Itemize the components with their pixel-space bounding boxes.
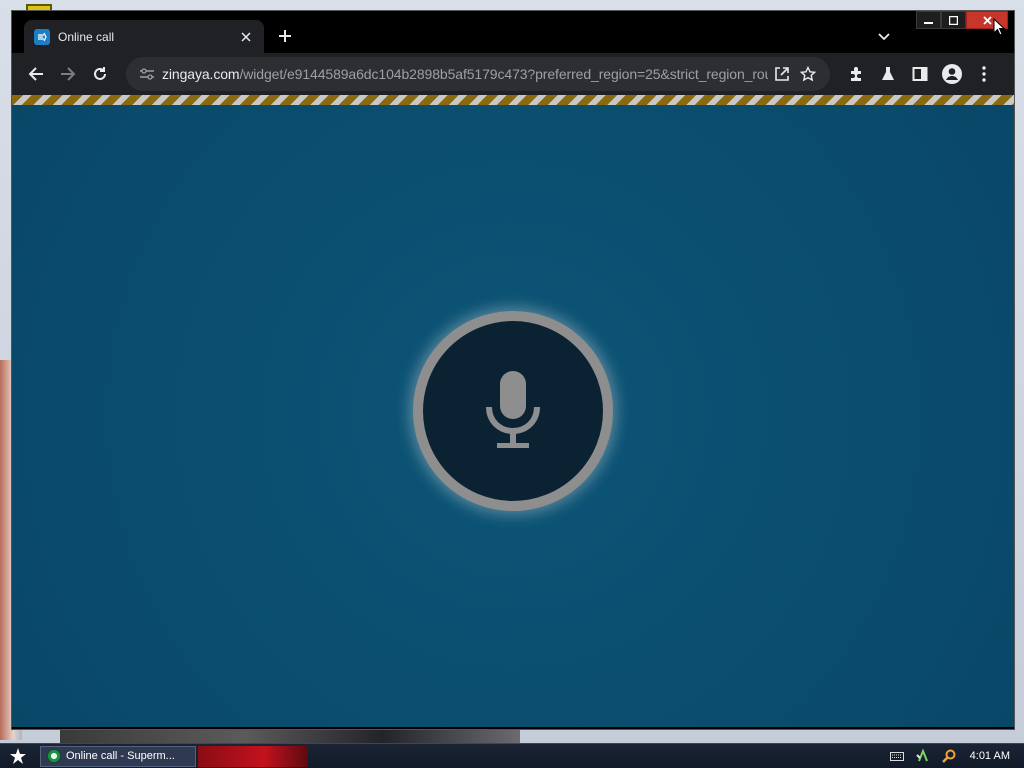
search-icon[interactable] — [940, 747, 958, 765]
keyboard-icon[interactable] — [888, 747, 906, 765]
mouse-cursor-icon — [993, 18, 1005, 36]
taskbar: Online call - Superm... 4:01 AM — [0, 743, 1024, 768]
browser-icon — [47, 749, 61, 763]
microphone-button[interactable] — [413, 311, 613, 511]
start-button[interactable] — [0, 744, 36, 768]
browser-window: Online call zingaya.com/widget/e9144589a… — [11, 10, 1015, 730]
taskbar-wallpaper-peek — [198, 745, 308, 767]
url-text: zingaya.com/widget/e9144589a6dc104b2898b… — [162, 66, 768, 82]
labs-icon[interactable] — [872, 58, 904, 90]
tab-title: Online call — [58, 29, 115, 44]
taskbar-item-label: Online call - Superm... — [66, 750, 175, 762]
desktop-wallpaper-strip — [60, 728, 520, 744]
taskbar-item-online-call[interactable]: Online call - Superm... — [40, 745, 196, 767]
minimize-button[interactable] — [916, 11, 941, 29]
side-panel-icon[interactable] — [904, 58, 936, 90]
back-icon[interactable] — [20, 58, 52, 90]
tab-close-icon[interactable] — [238, 29, 254, 45]
clock[interactable]: 4:01 AM — [970, 750, 1010, 762]
tab-online-call[interactable]: Online call — [24, 20, 264, 53]
microphone-icon — [486, 371, 540, 448]
menu-icon[interactable] — [968, 58, 1000, 90]
new-tab-button[interactable] — [274, 25, 296, 47]
system-tray: 4:01 AM — [880, 744, 1024, 768]
call-widget — [12, 105, 1014, 727]
star-icon[interactable] — [796, 62, 820, 86]
profile-icon[interactable] — [936, 58, 968, 90]
page-loading-stripe — [12, 95, 1014, 105]
share-icon[interactable] — [770, 62, 794, 86]
zingaya-icon — [34, 28, 50, 45]
network-icon[interactable] — [914, 747, 932, 765]
forward-icon[interactable] — [52, 58, 84, 90]
address-bar[interactable]: zingaya.com/widget/e9144589a6dc104b2898b… — [126, 57, 830, 91]
reload-icon[interactable] — [84, 58, 116, 90]
url-host: zingaya.com — [162, 66, 240, 82]
site-settings-icon[interactable] — [138, 65, 156, 83]
url-path: /widget/e9144589a6dc104b2898b5af5179c473… — [239, 66, 769, 82]
toolbar-right — [840, 58, 1000, 90]
browser-toolbar: zingaya.com/widget/e9144589a6dc104b2898b… — [12, 53, 1014, 95]
maximize-button[interactable] — [941, 11, 966, 29]
tab-strip: Online call — [12, 11, 1014, 53]
extensions-icon[interactable] — [840, 58, 872, 90]
tab-search-button[interactable] — [874, 27, 894, 47]
